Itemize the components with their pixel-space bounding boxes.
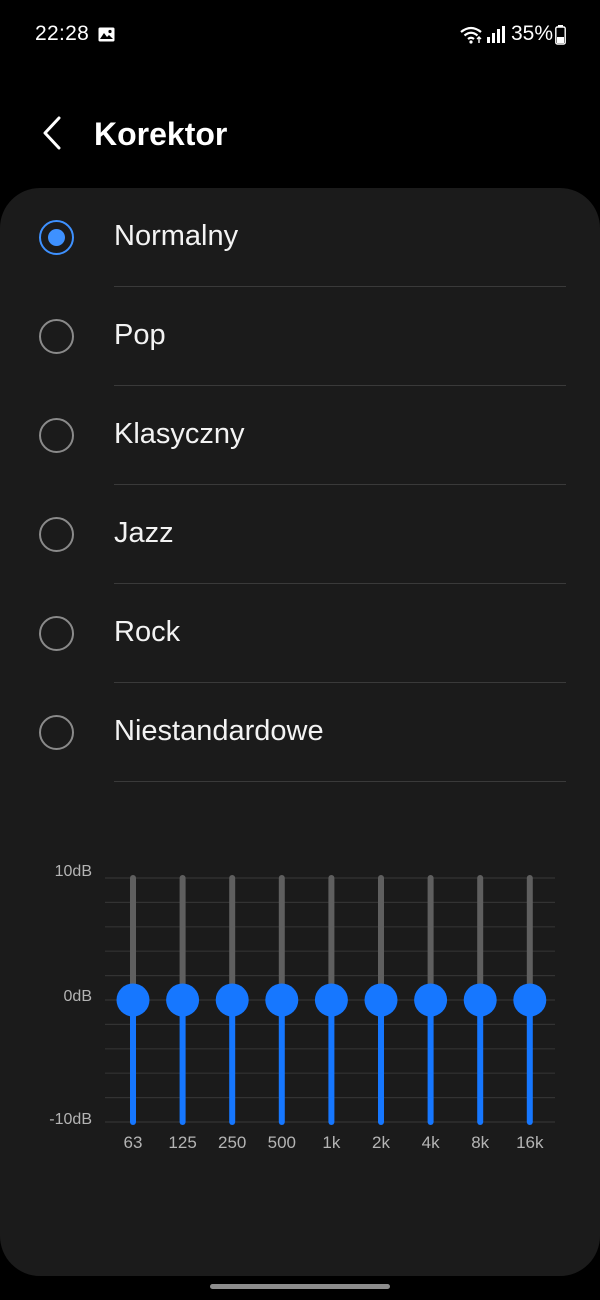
battery-icon — [555, 25, 566, 50]
battery-percent: 35% — [511, 22, 554, 45]
eq-freq-label: 16k — [516, 1133, 544, 1152]
eq-slider-thumb[interactable] — [364, 983, 398, 1017]
eq-freq-label: 2k — [372, 1133, 390, 1152]
eq-slider-500[interactable] — [265, 875, 299, 1125]
preset-label: Klasyczny — [114, 418, 245, 450]
settings-card: Normalny Pop Klasyczny Jazz Rock Niestan… — [0, 188, 600, 1276]
status-time: 22:28 — [35, 22, 90, 45]
preset-option-normalny[interactable]: Normalny — [0, 188, 600, 287]
eq-slider-thumb[interactable] — [463, 983, 497, 1017]
preset-label: Normalny — [114, 220, 239, 252]
signal-icon — [487, 26, 505, 48]
radio-button[interactable] — [39, 616, 74, 651]
eq-slider-63[interactable] — [116, 875, 150, 1125]
eq-freq-label: 8k — [471, 1133, 490, 1152]
eq-slider-125[interactable] — [166, 875, 200, 1125]
status-bar: 22:28 35% — [0, 0, 600, 70]
eq-slider-thumb[interactable] — [414, 983, 448, 1017]
chevron-left-icon — [42, 116, 62, 155]
eq-slider-1k[interactable] — [314, 875, 348, 1125]
eq-freq-label: 1k — [322, 1133, 341, 1152]
eq-freq-label: 4k — [421, 1133, 440, 1152]
eq-slider-thumb[interactable] — [265, 983, 299, 1017]
preset-option-rock[interactable]: Rock — [0, 584, 600, 683]
eq-slider-thumb[interactable] — [513, 983, 547, 1017]
equalizer-sliders — [105, 875, 555, 1125]
radio-button[interactable] — [39, 220, 74, 255]
eq-slider-2k[interactable] — [364, 875, 398, 1125]
preset-label: Niestandardowe — [114, 715, 324, 747]
eq-freq-label: 63 — [123, 1133, 143, 1152]
gallery-icon — [98, 27, 115, 47]
eq-slider-250[interactable] — [215, 875, 249, 1125]
eq-slider-4k[interactable] — [414, 875, 448, 1125]
eq-slider-8k[interactable] — [463, 875, 497, 1125]
eq-slider-thumb[interactable] — [116, 983, 150, 1017]
radio-button[interactable] — [39, 319, 74, 354]
header: Korektor — [0, 95, 600, 175]
preset-list: Normalny Pop Klasyczny Jazz Rock Niestan… — [0, 188, 600, 782]
radio-button[interactable] — [39, 517, 74, 552]
preset-option-niestandardowe[interactable]: Niestandardowe — [0, 683, 600, 782]
equalizer: 10dB 0dB -10dB 63 125 250 500 1k 2k 4k 8k 16k — [0, 848, 600, 1178]
divider — [114, 781, 566, 782]
radio-button[interactable] — [39, 418, 74, 453]
eq-freq-label: 250 — [218, 1133, 247, 1152]
preset-label: Jazz — [114, 517, 174, 549]
gesture-nav-handle[interactable] — [210, 1284, 390, 1289]
preset-option-jazz[interactable]: Jazz — [0, 485, 600, 584]
eq-slider-16k[interactable] — [513, 875, 547, 1125]
preset-option-pop[interactable]: Pop — [0, 287, 600, 386]
eq-slider-thumb[interactable] — [166, 983, 200, 1017]
eq-freq-label: 125 — [168, 1133, 197, 1152]
radio-button[interactable] — [39, 715, 74, 750]
wifi-icon — [459, 25, 483, 49]
page-title: Korektor — [94, 116, 228, 152]
preset-label: Pop — [114, 319, 166, 351]
preset-option-klasyczny[interactable]: Klasyczny — [0, 386, 600, 485]
back-button[interactable] — [28, 109, 76, 161]
eq-freq-label: 500 — [267, 1133, 296, 1152]
preset-label: Rock — [114, 616, 181, 648]
eq-slider-thumb[interactable] — [215, 983, 249, 1017]
eq-slider-thumb[interactable] — [314, 983, 348, 1017]
